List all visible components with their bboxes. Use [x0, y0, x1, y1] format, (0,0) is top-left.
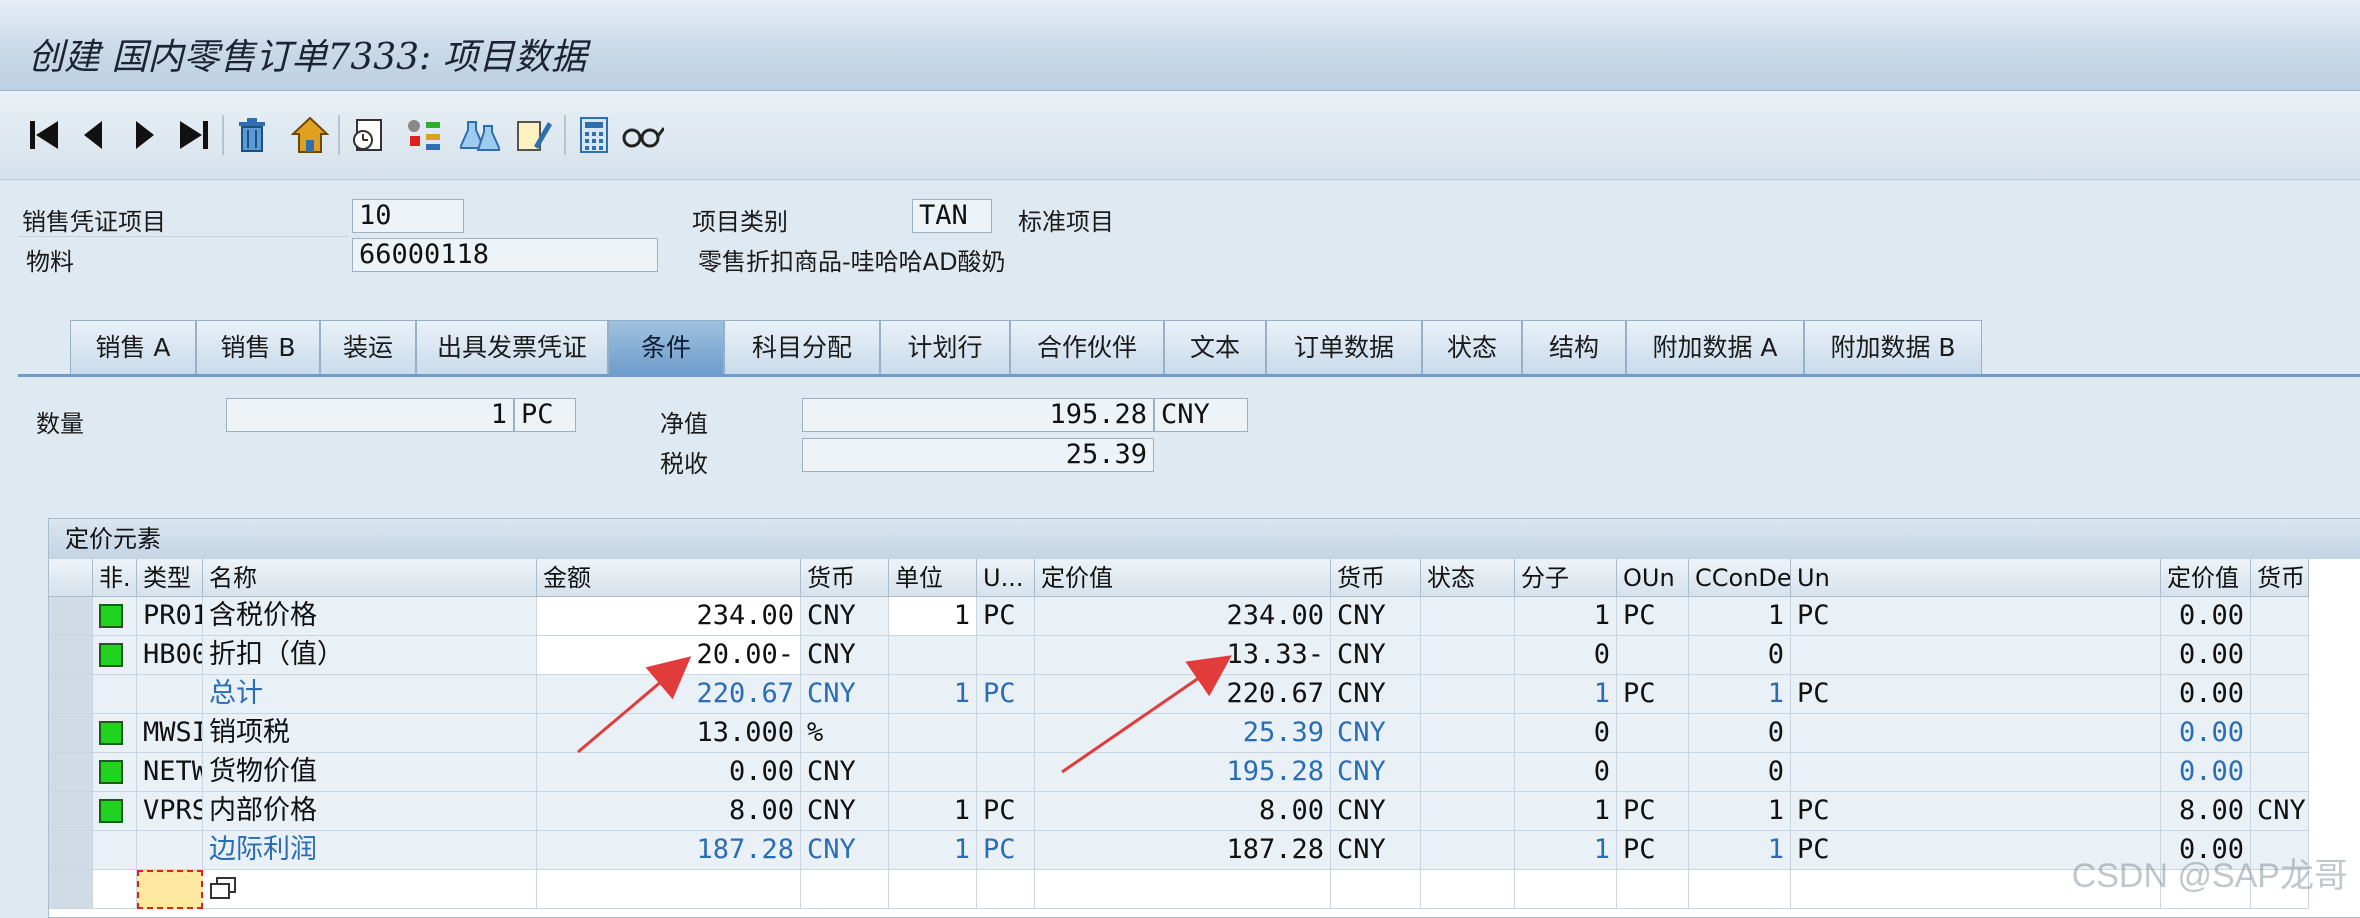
arrow-to-discount-amount	[577, 656, 692, 754]
watermark: CSDN @SAP龙哥	[2071, 857, 2348, 895]
arrow-to-discount-condition-value	[1061, 655, 1232, 774]
annotation-arrows	[577, 655, 1232, 774]
